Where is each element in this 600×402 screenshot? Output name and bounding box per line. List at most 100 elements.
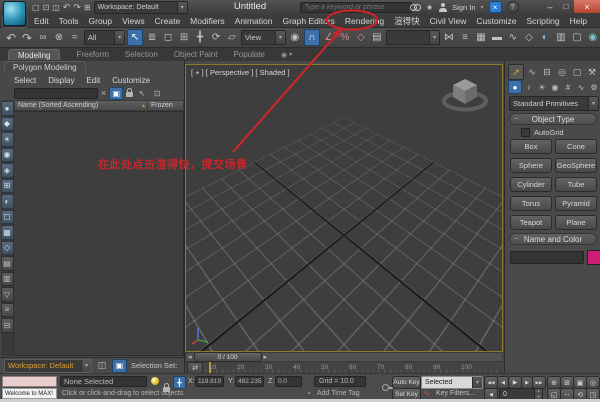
rendered-frame-icon[interactable]: ▢ <box>570 30 584 45</box>
named-selection-sets-icon[interactable]: ▤ <box>370 30 384 45</box>
object-name-input[interactable] <box>510 251 584 264</box>
schematic-view-icon[interactable]: ◇ <box>522 30 536 45</box>
lights-icon[interactable]: ☀ <box>536 81 548 93</box>
workspace-selector-dropdown[interactable]: Workspace: Default ▾ <box>4 358 92 373</box>
exchange-store-icon[interactable]: × <box>488 1 502 13</box>
explorer-filter-icon[interactable]: ▤ <box>0 256 14 271</box>
reference-coordinate-dropdown[interactable]: View ▾ <box>240 30 286 45</box>
menu-graph-editors[interactable]: Graph Editors <box>282 16 334 26</box>
selection-filter-dropdown[interactable]: All ▾ <box>83 30 126 45</box>
explorer-list-area[interactable] <box>13 111 184 356</box>
object-color-swatch[interactable] <box>587 250 600 265</box>
favorites-star-icon[interactable]: ★ <box>426 3 433 12</box>
workspace-save-icon[interactable]: ◫ <box>96 360 108 372</box>
window-crossing-icon[interactable]: ⊞ <box>177 30 191 45</box>
explorer-filter-icon[interactable]: ⊟ <box>0 318 14 333</box>
menu-modifiers[interactable]: Modifiers <box>190 16 224 26</box>
explorer-filter-icon[interactable]: ◐ <box>0 194 14 209</box>
menu-customize[interactable]: Customize <box>476 16 516 26</box>
angle-snap-icon[interactable]: ∠ <box>322 30 336 45</box>
menu-rendering[interactable]: Rendering <box>345 16 384 26</box>
select-move-icon[interactable]: ╋ <box>193 30 207 45</box>
redo-icon[interactable]: ↷ <box>73 2 81 13</box>
button-sphere[interactable]: Sphere <box>510 158 552 173</box>
material-editor-icon[interactable]: ◐ <box>538 30 552 45</box>
explorer-filter-icon[interactable]: ▥ <box>0 271 14 286</box>
close-button[interactable]: × <box>574 0 600 13</box>
user-avatar-icon[interactable] <box>438 2 447 12</box>
menu-group[interactable]: Group <box>89 16 113 26</box>
explorer-filter-icon[interactable]: ▦ <box>0 225 14 240</box>
menu-civil-view[interactable]: Civil View <box>430 16 467 26</box>
listener-field[interactable]: Welcome to MAX! <box>2 388 57 399</box>
button-cone[interactable]: Cone <box>555 139 597 154</box>
key-filters-button[interactable]: Key Filters... <box>436 390 475 397</box>
menu-help[interactable]: Help <box>570 16 587 26</box>
x-coordinate-field[interactable]: 119.819 <box>195 376 224 387</box>
menu-views[interactable]: Views <box>122 16 145 26</box>
undo-icon[interactable]: ↶ <box>4 30 18 45</box>
explorer-filter-icon[interactable]: ◈ <box>0 163 14 178</box>
time-tag-icon[interactable]: ◔ <box>303 388 314 399</box>
explorer-search-input[interactable] <box>14 87 98 99</box>
explorer-filter-icon[interactable]: ☀ <box>0 132 14 147</box>
tab-hierarchy-icon[interactable]: ⊟ <box>540 65 554 79</box>
menu-create[interactable]: Create <box>155 16 181 26</box>
systems-icon[interactable]: ⚙ <box>588 81 600 93</box>
clear-search-icon[interactable]: × <box>101 88 106 98</box>
primitive-category-dropdown[interactable]: Standard Primitives ▾ <box>509 96 599 111</box>
explorer-filter-icon[interactable]: ● <box>0 101 14 116</box>
tab-populate[interactable]: Populate <box>233 50 265 59</box>
explorer-menu-select[interactable]: Select <box>14 76 36 85</box>
explorer-settings-icon[interactable]: ⊡ <box>151 88 163 99</box>
percent-snap-icon[interactable]: % <box>338 30 352 45</box>
explorer-filter-icon[interactable]: ≡ <box>0 302 14 317</box>
button-box[interactable]: Box <box>510 139 552 154</box>
workspace-dropdown[interactable]: Workspace: Default ▾ <box>93 0 188 14</box>
set-key-curve-icon[interactable]: ∿ <box>423 388 431 399</box>
tab-modify-icon[interactable]: ∿ <box>525 65 539 79</box>
spinner-snap-icon[interactable]: ◇ <box>354 30 368 45</box>
redo-icon[interactable]: ↷ <box>20 30 34 45</box>
select-scale-icon[interactable]: ▱ <box>225 30 239 45</box>
mirror-icon[interactable]: ⋈ <box>442 30 456 45</box>
explorer-toggle-icon[interactable]: ▣ <box>112 358 127 373</box>
viewport-perspective[interactable]: [ + ] [ Perspective ] [ Shaded ] <box>185 64 503 352</box>
sign-in-link[interactable]: Sign In <box>452 3 475 12</box>
time-slider-button[interactable]: 0 / 100 <box>193 352 262 362</box>
absolute-mode-icon[interactable]: ╋ <box>173 376 186 389</box>
named-selection-dropdown[interactable]: ▾ <box>385 30 441 45</box>
search-binoculars-icon[interactable] <box>410 3 421 11</box>
snap-toggle-icon[interactable]: ∩ <box>303 29 320 46</box>
tab-motion-icon[interactable]: ◎ <box>555 65 569 79</box>
undo-icon[interactable]: ↶ <box>63 2 71 13</box>
pick-parent-icon[interactable]: ↖ <box>136 88 148 99</box>
helpers-icon[interactable]: # <box>562 81 574 93</box>
time-slider-next-icon[interactable]: ▸ <box>264 353 268 361</box>
bind-spacewarp-icon[interactable]: ≈ <box>68 30 82 45</box>
explorer-filter-icon[interactable]: ▽ <box>0 287 14 302</box>
button-torus[interactable]: Torus <box>510 196 552 211</box>
tab-display-icon[interactable]: ▢ <box>570 65 584 79</box>
tab-selection[interactable]: Selection <box>125 50 158 59</box>
curve-editor-icon[interactable]: ∿ <box>506 30 520 45</box>
explorer-filter-icon[interactable]: ◇ <box>0 240 14 255</box>
button-pyramid[interactable]: Pyramid <box>555 196 597 211</box>
layer-manager-icon[interactable]: ▦ <box>474 30 488 45</box>
cameras-icon[interactable]: ◉ <box>549 81 561 93</box>
z-coordinate-field[interactable]: 0.0 <box>275 376 302 387</box>
y-coordinate-field[interactable]: 482.235 <box>235 376 264 387</box>
viewport-label[interactable]: [ + ] [ Perspective ] [ Shaded ] <box>191 68 290 77</box>
isolate-bulb-icon[interactable] <box>151 377 159 385</box>
time-slider-prev-icon[interactable]: ◂ <box>188 353 192 361</box>
column-frozen-header[interactable]: Frozen <box>147 102 183 109</box>
polygon-modeling-tab[interactable]: Polygon Modeling <box>4 61 86 73</box>
menu-tools[interactable]: Tools <box>59 16 79 26</box>
name-color-rollout[interactable]: − Name and Color <box>509 233 597 245</box>
button-geosphere[interactable]: GeoSphere <box>555 158 597 173</box>
explorer-view-icon[interactable]: ▣ <box>109 86 124 100</box>
explorer-menu-display[interactable]: Display <box>48 76 74 85</box>
explorer-menu-edit[interactable]: Edit <box>86 76 100 85</box>
help-icon[interactable]: ? <box>506 1 519 13</box>
explorer-filter-icon[interactable]: ◉ <box>0 147 14 162</box>
